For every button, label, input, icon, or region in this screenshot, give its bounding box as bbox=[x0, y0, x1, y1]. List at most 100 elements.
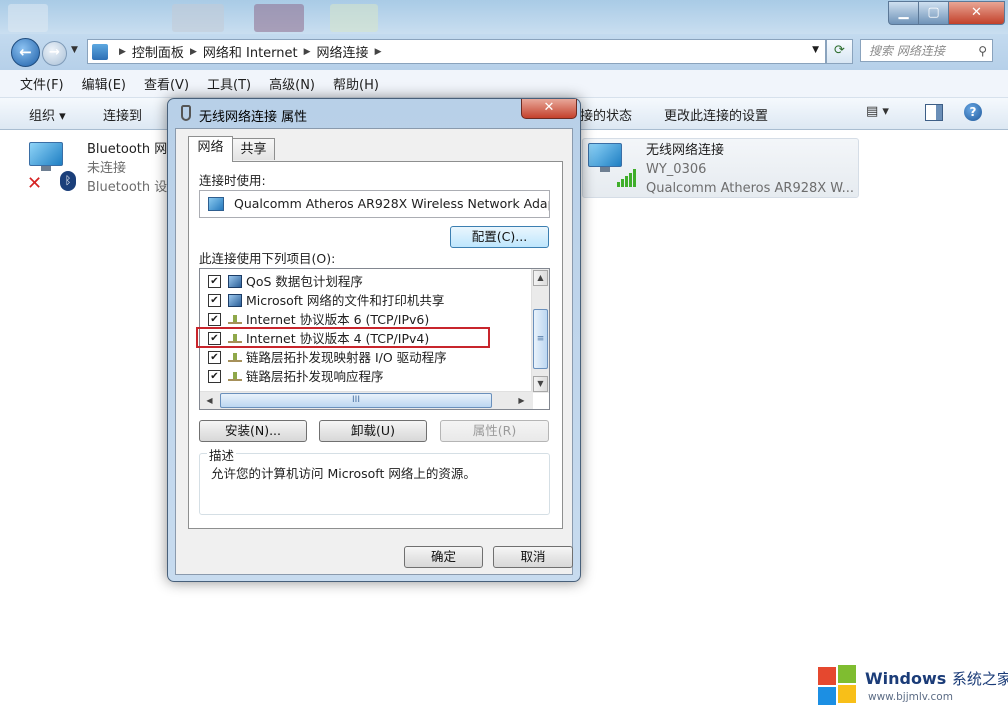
item-label: QoS 数据包计划程序 bbox=[246, 274, 363, 289]
preview-pane-icon[interactable] bbox=[925, 104, 943, 121]
search-icon[interactable]: ⚲ bbox=[978, 40, 987, 62]
list-item[interactable]: ✔ 链路层拓扑发现映射器 I/O 驱动程序 bbox=[200, 348, 530, 367]
bluetooth-icon: ᛒ bbox=[60, 171, 76, 191]
item-label: 链路层拓扑发现响应程序 bbox=[246, 369, 384, 384]
connection-plug-icon bbox=[181, 105, 191, 121]
connection-name: Bluetooth 网络连接 bbox=[87, 142, 169, 157]
breadcrumb-control-panel[interactable]: 控制面板 bbox=[132, 42, 184, 61]
menu-edit[interactable]: 编辑(E) bbox=[82, 74, 126, 93]
adapter-field: Qualcomm Atheros AR928X Wireless Network… bbox=[199, 190, 550, 218]
search-input[interactable]: 搜索 网络连接 ⚲ bbox=[860, 39, 993, 62]
tab-network[interactable]: 网络 bbox=[188, 136, 233, 162]
connection-status: 未连接 bbox=[87, 161, 127, 176]
taskbar-ghost bbox=[330, 4, 378, 32]
scroll-down-icon[interactable]: ▼ bbox=[533, 376, 548, 392]
items-label: 此连接使用下列项目(O): bbox=[199, 251, 336, 266]
recent-pages-dropdown[interactable]: ▼ bbox=[71, 45, 78, 55]
service-icon bbox=[228, 294, 242, 307]
item-checkbox[interactable]: ✔ bbox=[208, 370, 221, 383]
list-item[interactable]: ✔ QoS 数据包计划程序 bbox=[200, 272, 530, 291]
menu-tools[interactable]: 工具(T) bbox=[207, 74, 251, 93]
menu-bar: 文件(F) 编辑(E) 查看(V) 工具(T) 高级(N) 帮助(H) bbox=[0, 70, 1008, 98]
tab-sharing[interactable]: 共享 bbox=[232, 138, 275, 160]
chevron-right-icon[interactable]: ▶ bbox=[190, 47, 197, 57]
install-button[interactable]: 安装(N)... bbox=[199, 420, 307, 442]
component-list[interactable]: ✔ QoS 数据包计划程序 ✔ Microsoft 网络的文件和打印机共享 ✔ … bbox=[196, 268, 550, 410]
list-item[interactable]: ✔ 链路层拓扑发现响应程序 bbox=[200, 367, 530, 386]
change-settings-button[interactable]: 更改此连接的设置 bbox=[664, 105, 768, 124]
connect-to-button[interactable]: 连接到 bbox=[103, 105, 142, 124]
chevron-right-icon[interactable]: ▶ bbox=[375, 47, 382, 57]
taskbar-ghost bbox=[254, 4, 304, 32]
list-item[interactable]: ✔ Microsoft 网络的文件和打印机共享 bbox=[200, 291, 530, 310]
help-icon[interactable]: ? bbox=[964, 103, 982, 121]
address-bar[interactable]: ▶ 控制面板 ▶ 网络和 Internet ▶ 网络连接 ▶ ▼ bbox=[87, 39, 826, 64]
disconnected-x-icon: ✕ bbox=[27, 173, 43, 194]
connect-using-label: 连接时使用: bbox=[199, 173, 266, 188]
item-checkbox[interactable]: ✔ bbox=[208, 332, 221, 345]
list-item-ipv4[interactable]: ✔ Internet 协议版本 4 (TCP/IPv4) bbox=[196, 327, 530, 348]
back-button[interactable]: ← bbox=[11, 38, 40, 67]
scroll-left-icon[interactable]: ◀ bbox=[202, 393, 217, 408]
cancel-button[interactable]: 取消 bbox=[493, 546, 573, 568]
item-label: Internet 协议版本 4 (TCP/IPv4) bbox=[246, 331, 430, 346]
address-dropdown-icon[interactable]: ▼ bbox=[812, 45, 819, 55]
bluetooth-connection-tile[interactable]: ✕ ᛒ Bluetooth 网络连接 未连接 Bluetooth 设备 bbox=[24, 138, 174, 196]
breadcrumb-network-internet[interactable]: 网络和 Internet bbox=[203, 42, 298, 61]
protocol-icon bbox=[228, 351, 242, 362]
view-options-icon[interactable]: ▤ ▾ bbox=[866, 104, 889, 119]
chevron-right-icon[interactable]: ▶ bbox=[304, 47, 311, 57]
site-watermark: Windows 系统之家 www.bjjmlv.com bbox=[808, 656, 1008, 712]
horizontal-scrollbar[interactable]: ◀ III ▶ bbox=[200, 391, 533, 409]
window-close-button[interactable]: ✕ bbox=[948, 1, 1005, 25]
view-status-button[interactable]: 接的状态 bbox=[580, 105, 632, 124]
properties-dialog: 无线网络连接 属性 ✕ 网络 共享 连接时使用: Qualcomm Athero… bbox=[167, 98, 581, 582]
network-tab-panel: 连接时使用: Qualcomm Atheros AR928X Wireless … bbox=[188, 161, 563, 529]
refresh-button[interactable]: ⟳ bbox=[826, 39, 853, 64]
minimize-button[interactable]: ▁ bbox=[888, 1, 919, 25]
wireless-connection-tile[interactable]: 无线网络连接 WY_0306 Qualcomm Atheros AR928X W… bbox=[582, 138, 859, 198]
menu-help[interactable]: 帮助(H) bbox=[333, 74, 379, 93]
scroll-right-icon[interactable]: ▶ bbox=[514, 393, 529, 408]
item-label: 链路层拓扑发现映射器 I/O 驱动程序 bbox=[246, 350, 447, 365]
search-placeholder: 搜索 网络连接 bbox=[869, 44, 945, 58]
description-group: 描述 允许您的计算机访问 Microsoft 网络上的资源。 bbox=[199, 445, 550, 515]
item-properties-button[interactable]: 属性(R) bbox=[440, 420, 549, 442]
vertical-scrollbar[interactable]: ▲ ≡ ▼ bbox=[531, 269, 549, 393]
organize-button[interactable]: 组织 ▾ bbox=[29, 105, 66, 124]
control-panel-icon bbox=[92, 43, 108, 60]
protocol-icon bbox=[228, 332, 242, 343]
item-checkbox[interactable]: ✔ bbox=[208, 275, 221, 288]
horizontal-scroll-thumb[interactable]: III bbox=[220, 393, 492, 408]
item-checkbox[interactable]: ✔ bbox=[208, 351, 221, 364]
connection-network: WY_0306 bbox=[646, 162, 707, 177]
ok-button[interactable]: 确定 bbox=[404, 546, 483, 568]
watermark-url: www.bjjmlv.com bbox=[868, 691, 953, 703]
connection-device: Qualcomm Atheros AR928X W... bbox=[646, 181, 855, 196]
maximize-button[interactable]: ▢ bbox=[918, 1, 949, 25]
chevron-right-icon[interactable]: ▶ bbox=[119, 47, 126, 57]
vertical-scroll-thumb[interactable]: ≡ bbox=[533, 309, 548, 369]
protocol-icon bbox=[228, 313, 242, 324]
configure-button[interactable]: 配置(C)... bbox=[450, 226, 549, 248]
breadcrumb-network-connections[interactable]: 网络连接 bbox=[317, 42, 369, 61]
address-row: ← → ▼ ▶ 控制面板 ▶ 网络和 Internet ▶ 网络连接 ▶ ▼ ⟳… bbox=[0, 34, 1008, 70]
scroll-up-icon[interactable]: ▲ bbox=[533, 270, 548, 286]
description-title: 描述 bbox=[207, 445, 237, 464]
dialog-title: 无线网络连接 属性 bbox=[199, 110, 308, 125]
dialog-close-button[interactable]: ✕ bbox=[521, 99, 577, 119]
service-icon bbox=[228, 275, 242, 288]
protocol-icon bbox=[228, 370, 242, 381]
forward-button[interactable]: → bbox=[42, 41, 67, 66]
connection-name: 无线网络连接 bbox=[646, 143, 725, 158]
item-checkbox[interactable]: ✔ bbox=[208, 294, 221, 307]
uninstall-button[interactable]: 卸载(U) bbox=[319, 420, 427, 442]
item-checkbox[interactable]: ✔ bbox=[208, 313, 221, 326]
watermark-brand-zh: 系统之家 bbox=[951, 670, 1008, 688]
menu-advanced[interactable]: 高级(N) bbox=[269, 74, 315, 93]
menu-view[interactable]: 查看(V) bbox=[144, 74, 189, 93]
signal-strength-icon bbox=[617, 167, 639, 187]
menu-file[interactable]: 文件(F) bbox=[20, 74, 64, 93]
taskbar-ghost bbox=[172, 4, 224, 32]
watermark-brand: Windows bbox=[865, 669, 947, 688]
